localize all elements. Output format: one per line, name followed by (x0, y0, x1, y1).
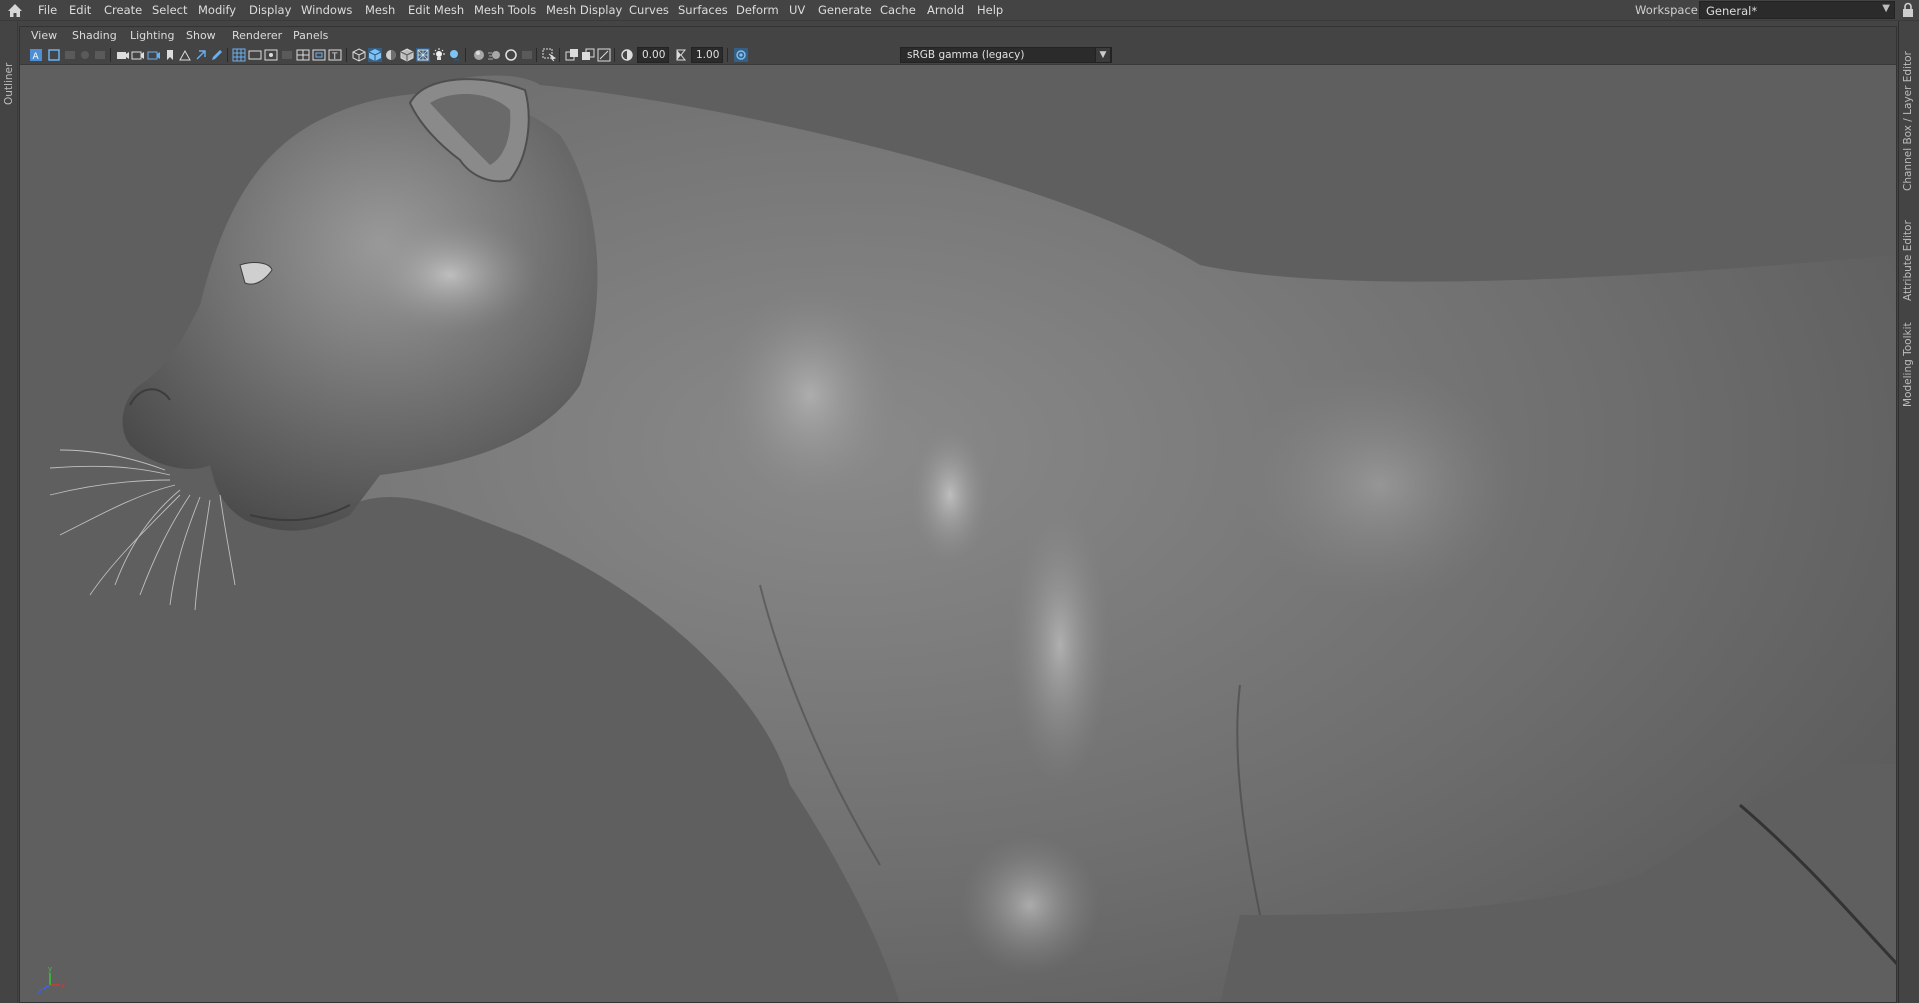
select-camera-icon[interactable]: A (29, 48, 43, 62)
menu-surfaces[interactable]: Surfaces (678, 3, 728, 17)
camera-attributes-icon[interactable] (47, 48, 61, 62)
depth-of-field-icon[interactable] (520, 48, 534, 62)
ambient-occlusion-icon[interactable] (472, 48, 486, 62)
wireframe-icon[interactable] (352, 48, 366, 62)
color-space-dropdown[interactable]: sRGB gamma (legacy) (900, 47, 1112, 63)
menu-generate[interactable]: Generate (818, 3, 872, 17)
gamma-icon[interactable] (674, 48, 688, 62)
lock-icon[interactable] (1901, 2, 1915, 18)
panel-menu-shading[interactable]: Shading (72, 29, 117, 42)
safe-action-icon[interactable] (178, 48, 192, 62)
panel-toolbar: A T 0.00 1.00 sRGB gamma (legacy) ▼ (20, 45, 1896, 65)
safe-action-toggle-icon[interactable] (312, 48, 326, 62)
menu-arnold[interactable]: Arnold (927, 3, 964, 17)
channel-box-tab-label: Channel Box / Layer Editor (1902, 51, 1914, 191)
safe-title-icon[interactable] (194, 48, 208, 62)
xray-active-icon[interactable] (581, 48, 595, 62)
workspace-value: General* (1706, 4, 1758, 18)
gate-mask-toggle-icon[interactable] (280, 48, 294, 62)
xray-icon[interactable] (416, 48, 430, 62)
outliner-tab-label: Outliner (3, 62, 15, 105)
modeling-toolkit-tab[interactable]: Modeling Toolkit (1901, 317, 1917, 409)
menu-help[interactable]: Help (977, 3, 1003, 17)
grid-toggle-icon[interactable] (232, 48, 246, 62)
menu-windows[interactable]: Windows (301, 3, 352, 17)
svg-text:A: A (33, 52, 40, 62)
field-chart-icon[interactable] (163, 48, 177, 62)
menu-file[interactable]: File (38, 3, 57, 17)
exposure-icon[interactable] (620, 48, 634, 62)
chevron-down-icon[interactable]: ▼ (1095, 47, 1111, 63)
panel-menu-panels[interactable]: Panels (293, 29, 328, 42)
viewport-panel: View Shading Lighting Show Renderer Pane… (19, 26, 1897, 1003)
menu-display[interactable]: Display (249, 3, 291, 17)
menu-cache[interactable]: Cache (880, 3, 916, 17)
resolution-gate-icon[interactable] (131, 48, 145, 62)
svg-text:x: x (61, 982, 65, 990)
menu-deform[interactable]: Deform (736, 3, 779, 17)
workspace-label: Workspace: (1635, 3, 1702, 17)
channel-box-tab[interactable]: Channel Box / Layer Editor (1901, 31, 1917, 193)
image-plane-icon[interactable] (78, 48, 92, 62)
resolution-gate-toggle-icon[interactable] (264, 48, 278, 62)
left-dock-strip: Outliner (0, 21, 18, 1003)
svg-text:y: y (48, 965, 52, 973)
menu-mesh[interactable]: Mesh (365, 3, 395, 17)
grid-icon[interactable] (93, 48, 107, 62)
color-space-value: sRGB gamma (legacy) (907, 49, 1025, 61)
svg-text:z: z (38, 987, 42, 995)
attribute-editor-tab-label: Attribute Editor (1902, 220, 1914, 301)
panel-menu-renderer[interactable]: Renderer (232, 29, 282, 42)
menu-mesh-display[interactable]: Mesh Display (546, 3, 622, 17)
gate-mask-icon[interactable] (147, 48, 161, 62)
menu-edit[interactable]: Edit (69, 3, 91, 17)
main-menubar: File Edit Create Select Modify Display W… (0, 0, 1919, 21)
menu-modify[interactable]: Modify (198, 3, 236, 17)
default-material-icon[interactable] (384, 48, 398, 62)
shadows-icon[interactable] (448, 48, 462, 62)
safe-title-toggle-icon[interactable]: T (328, 48, 342, 62)
field-chart-toggle-icon[interactable] (296, 48, 310, 62)
menu-edit-mesh[interactable]: Edit Mesh (408, 3, 464, 17)
menu-mesh-tools[interactable]: Mesh Tools (474, 3, 536, 17)
right-dock-strip: Channel Box / Layer Editor Attribute Edi… (1898, 21, 1919, 1003)
panel-menu-lighting[interactable]: Lighting (130, 29, 174, 42)
backface-culling-icon[interactable] (597, 48, 611, 62)
film-gate-toggle-icon[interactable] (248, 48, 262, 62)
menu-select[interactable]: Select (152, 3, 187, 17)
panel-menubar: View Shading Lighting Show Renderer Pane… (20, 27, 1896, 45)
smooth-shade-icon[interactable] (368, 48, 382, 62)
modeling-toolkit-tab-label: Modeling Toolkit (1902, 322, 1914, 407)
workspace-dropdown[interactable]: General* ▼ (1699, 1, 1895, 19)
wireframe-on-shaded-icon[interactable] (400, 48, 414, 62)
isolate-select-icon[interactable] (542, 48, 557, 62)
gamma-field[interactable]: 1.00 (691, 47, 723, 63)
film-gate-icon[interactable] (116, 48, 130, 62)
pencil-icon[interactable] (210, 48, 224, 62)
3d-viewport[interactable]: x y z persp1 (20, 65, 1896, 1002)
panel-menu-view[interactable]: View (31, 29, 57, 42)
motion-blur-icon[interactable] (488, 48, 502, 62)
home-icon[interactable] (6, 2, 24, 19)
outliner-tab[interactable]: Outliner (1, 55, 17, 111)
bookmark-icon[interactable] (63, 48, 77, 62)
exposure-field[interactable]: 0.00 (637, 47, 669, 63)
xray-joints-icon[interactable] (565, 48, 579, 62)
view-axis-gizmo: x y z (30, 957, 70, 997)
color-management-icon[interactable] (734, 48, 748, 62)
menu-curves[interactable]: Curves (629, 3, 669, 17)
panel-menu-show[interactable]: Show (186, 29, 216, 42)
attribute-editor-tab[interactable]: Attribute Editor (1901, 213, 1917, 303)
svg-text:T: T (331, 52, 338, 62)
panther-sculpt-mesh (49, 75, 1896, 1002)
menu-uv[interactable]: UV (789, 3, 805, 17)
use-all-lights-icon[interactable] (432, 48, 446, 62)
menu-create[interactable]: Create (104, 3, 142, 17)
chevron-down-icon: ▼ (1882, 3, 1890, 14)
anti-aliasing-icon[interactable] (504, 48, 518, 62)
